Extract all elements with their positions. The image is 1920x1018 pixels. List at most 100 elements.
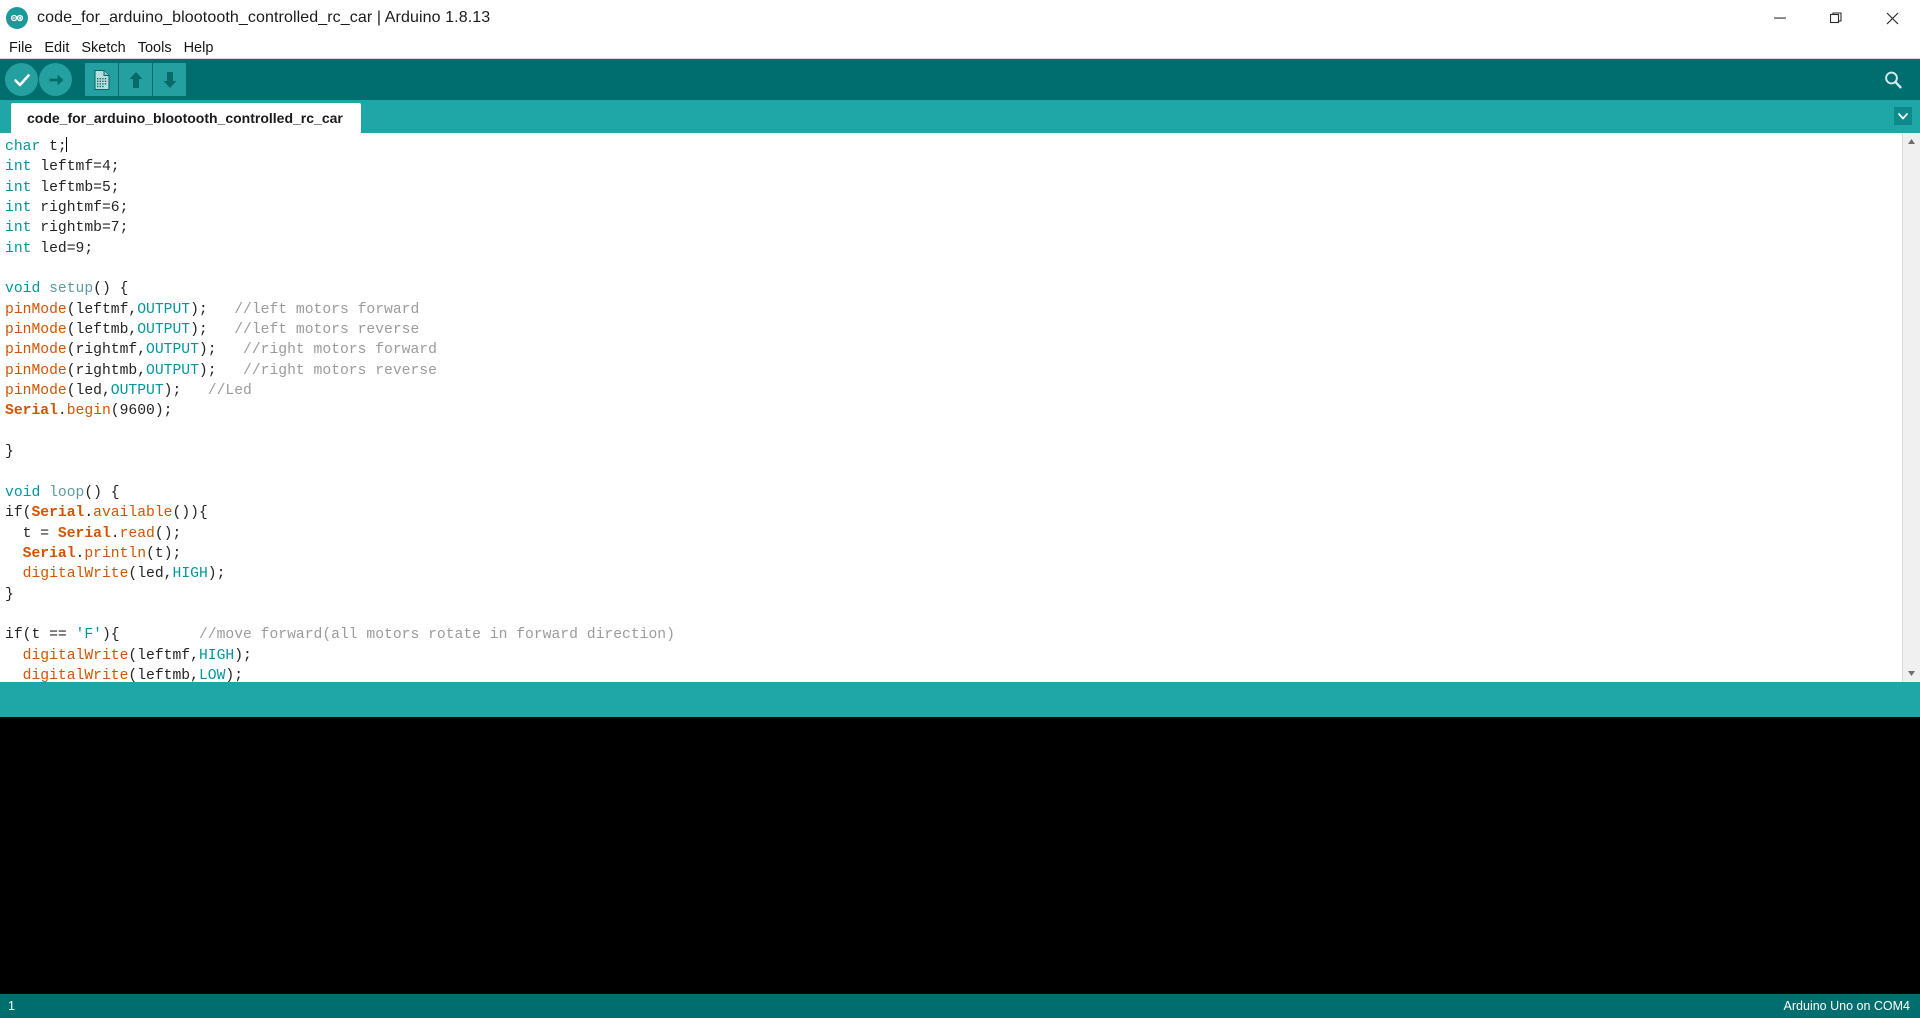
code-token: ); — [198, 362, 243, 379]
code-line: } — [5, 585, 1902, 605]
code-token: rightmb=7; — [31, 220, 129, 237]
code-token: int — [5, 240, 32, 257]
code-token: . — [110, 525, 120, 542]
code-line: Serial.println(t); — [5, 544, 1902, 564]
code-token: ); — [198, 342, 243, 359]
tab-active-sketch[interactable]: code_for_arduino_blootooth_controlled_rc… — [11, 103, 361, 133]
arduino-ide-window: code_for_arduino_blootooth_controlled_rc… — [0, 0, 1920, 1018]
code-token: void — [5, 281, 41, 298]
scroll-down-arrow-icon[interactable] — [1903, 665, 1920, 682]
code-token: available — [93, 505, 173, 522]
upload-button[interactable] — [39, 63, 72, 96]
code-token: ){ — [101, 627, 199, 644]
close-button[interactable] — [1864, 0, 1920, 36]
close-icon — [1886, 12, 1898, 24]
code-line: pinMode(rightmb,OUTPUT); //right motors … — [5, 361, 1902, 381]
code-token: Serial — [22, 545, 76, 562]
code-token: OUTPUT — [110, 383, 164, 400]
maximize-restore-icon — [1830, 12, 1842, 24]
code-token: (9600); — [110, 403, 173, 420]
arrow-down-icon — [163, 71, 176, 88]
code-token: () { — [84, 484, 120, 501]
maximize-button[interactable] — [1808, 0, 1864, 36]
code-token: ); — [190, 301, 235, 318]
scrollbar-track[interactable] — [1903, 150, 1920, 665]
menu-item-sketch[interactable]: Sketch — [75, 38, 131, 58]
code-token: } — [5, 444, 14, 461]
code-line: } — [5, 442, 1902, 462]
code-line: Serial.begin(9600); — [5, 401, 1902, 421]
code-line: t = Serial.read(); — [5, 524, 1902, 544]
code-token: println — [84, 545, 147, 562]
menu-item-tools[interactable]: Tools — [132, 38, 178, 58]
code-token: . — [57, 403, 67, 420]
code-line: pinMode(leftmb,OUTPUT); //left motors re… — [5, 320, 1902, 340]
window-title: code_for_arduino_blootooth_controlled_rc… — [37, 9, 491, 26]
window-controls — [1752, 0, 1920, 36]
code-token: pinMode — [5, 342, 67, 359]
code-token: pinMode — [5, 322, 67, 339]
code-line: int rightmb=7; — [5, 218, 1902, 238]
code-token: read — [119, 525, 155, 542]
minimize-icon — [1774, 17, 1786, 19]
code-token: (leftmf, — [128, 647, 199, 664]
code-token: //move forward(all motors rotate in forw… — [198, 627, 675, 644]
new-sketch-button[interactable] — [85, 63, 118, 96]
code-token: rightmf=6; — [31, 200, 129, 217]
menu-item-file[interactable]: File — [7, 38, 38, 58]
code-token: OUTPUT — [137, 322, 191, 339]
toolbar — [0, 59, 1920, 100]
line-number-indicator: 1 — [8, 999, 15, 1013]
console-output[interactable] — [0, 717, 1920, 994]
code-token: LOW — [198, 667, 226, 682]
code-token: (); — [154, 525, 182, 542]
code-token: leftmf=4; — [31, 159, 120, 176]
chevron-down-icon — [1894, 107, 1912, 125]
code-token: OUTPUT — [137, 301, 191, 318]
code-token: () { — [93, 281, 129, 298]
serial-monitor-button[interactable] — [1876, 63, 1909, 96]
code-token: Serial — [57, 525, 111, 542]
code-line: int leftmb=5; — [5, 178, 1902, 198]
code-token: (t); — [146, 545, 182, 562]
code-token: (rightmf, — [66, 342, 147, 359]
code-token: (leftmb, — [128, 667, 199, 682]
code-token: char — [5, 139, 41, 155]
code-line: int led=9; — [5, 239, 1902, 259]
code-token: (leftmf, — [66, 301, 138, 318]
code-token: } — [5, 586, 14, 603]
verify-compile-button[interactable] — [5, 63, 38, 96]
code-line: void setup() { — [5, 279, 1902, 299]
code-token: . — [84, 505, 94, 522]
code-token: digitalWrite — [22, 667, 129, 682]
save-sketch-button[interactable] — [153, 63, 186, 96]
code-token: digitalWrite — [22, 647, 129, 664]
toolbar-right-group — [1876, 59, 1910, 100]
code-token: if( — [5, 505, 32, 522]
open-sketch-button[interactable] — [119, 63, 152, 96]
code-token: ); — [207, 566, 226, 583]
menu-item-help[interactable]: Help — [178, 38, 220, 58]
menu-item-edit[interactable]: Edit — [38, 38, 75, 58]
editor-area: char t; int leftmf=4; int leftmb=5; int rig… — [0, 133, 1920, 682]
code-token: (led, — [128, 566, 173, 583]
magnifier-icon — [1884, 71, 1902, 88]
code-editor[interactable]: char t; int leftmf=4; int leftmb=5; int rig… — [0, 133, 1902, 682]
new-file-icon — [93, 69, 110, 90]
code-token: ); — [234, 647, 252, 664]
tab-menu-button[interactable] — [1890, 103, 1916, 129]
code-line: if(t == 'F'){ //move forward(all motors … — [5, 625, 1902, 645]
status-bar: 1 Arduino Uno on COM4 — [0, 994, 1920, 1018]
tab-label: code_for_arduino_blootooth_controlled_rc… — [27, 110, 343, 126]
minimize-button[interactable] — [1752, 0, 1808, 36]
code-token: OUTPUT — [146, 342, 199, 359]
editor-vertical-scrollbar[interactable] — [1902, 133, 1920, 682]
code-token: pinMode — [5, 383, 67, 400]
scroll-up-arrow-icon[interactable] — [1903, 133, 1920, 150]
